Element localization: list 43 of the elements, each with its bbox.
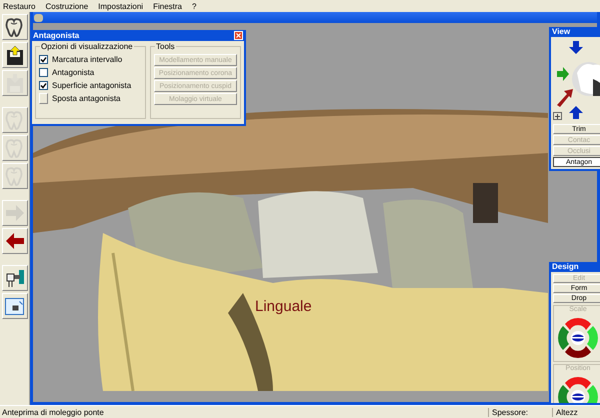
tooth-icon bbox=[5, 166, 24, 186]
plus-icon bbox=[555, 114, 560, 119]
toolbar-button[interactable] bbox=[2, 14, 28, 40]
expand-button[interactable] bbox=[553, 112, 562, 120]
tooth-icon bbox=[5, 138, 24, 158]
panel-title: Design bbox=[551, 262, 580, 272]
checkbox[interactable] bbox=[39, 68, 48, 76]
option-label: Antagonista bbox=[52, 68, 94, 76]
group-label: Opzioni di visualizzazione bbox=[40, 42, 134, 51]
menu-item[interactable]: Impostazioni bbox=[98, 2, 144, 10]
menu-item[interactable]: ? bbox=[192, 2, 196, 10]
floppy-disk-icon bbox=[6, 46, 22, 64]
panel-title: View bbox=[551, 27, 572, 37]
close-icon bbox=[236, 33, 241, 38]
menu-item[interactable]: Restauro bbox=[3, 2, 36, 10]
direction-dial-icon[interactable] bbox=[555, 315, 600, 361]
toolbar-button[interactable] bbox=[2, 293, 28, 319]
dialog-title: Antagonista bbox=[33, 31, 80, 40]
option-label: Marcatura intervallo bbox=[52, 54, 122, 64]
menu-item[interactable]: Finestra bbox=[153, 2, 182, 10]
checkbox[interactable] bbox=[39, 80, 48, 90]
status-field: Altezz bbox=[552, 408, 600, 416]
right-arrow-icon bbox=[6, 205, 24, 221]
tooth-icon bbox=[5, 110, 24, 130]
view-label: Linguale bbox=[255, 298, 312, 315]
menu-item[interactable]: Costruzione bbox=[45, 2, 88, 10]
check-icon bbox=[40, 56, 47, 62]
close-button[interactable] bbox=[234, 31, 243, 40]
app-icon bbox=[34, 14, 43, 22]
option-label: Sposta antagonista bbox=[52, 94, 120, 102]
left-arrow-icon bbox=[6, 233, 24, 249]
check-icon bbox=[40, 82, 47, 88]
toolbar-button[interactable] bbox=[2, 265, 28, 291]
scanner-icon bbox=[6, 270, 24, 286]
window-icon bbox=[5, 298, 24, 314]
status-message: Anteprima di moleggio ponte bbox=[1, 408, 105, 416]
tooth-icon bbox=[5, 16, 24, 38]
status-field: Spessore: bbox=[488, 408, 552, 416]
toolbar-button[interactable] bbox=[2, 228, 28, 254]
group-label: Tools bbox=[155, 42, 176, 51]
option-label: Superficie antagonista bbox=[52, 80, 132, 90]
checkbox[interactable] bbox=[39, 54, 48, 64]
toolbar-button[interactable] bbox=[2, 42, 28, 68]
